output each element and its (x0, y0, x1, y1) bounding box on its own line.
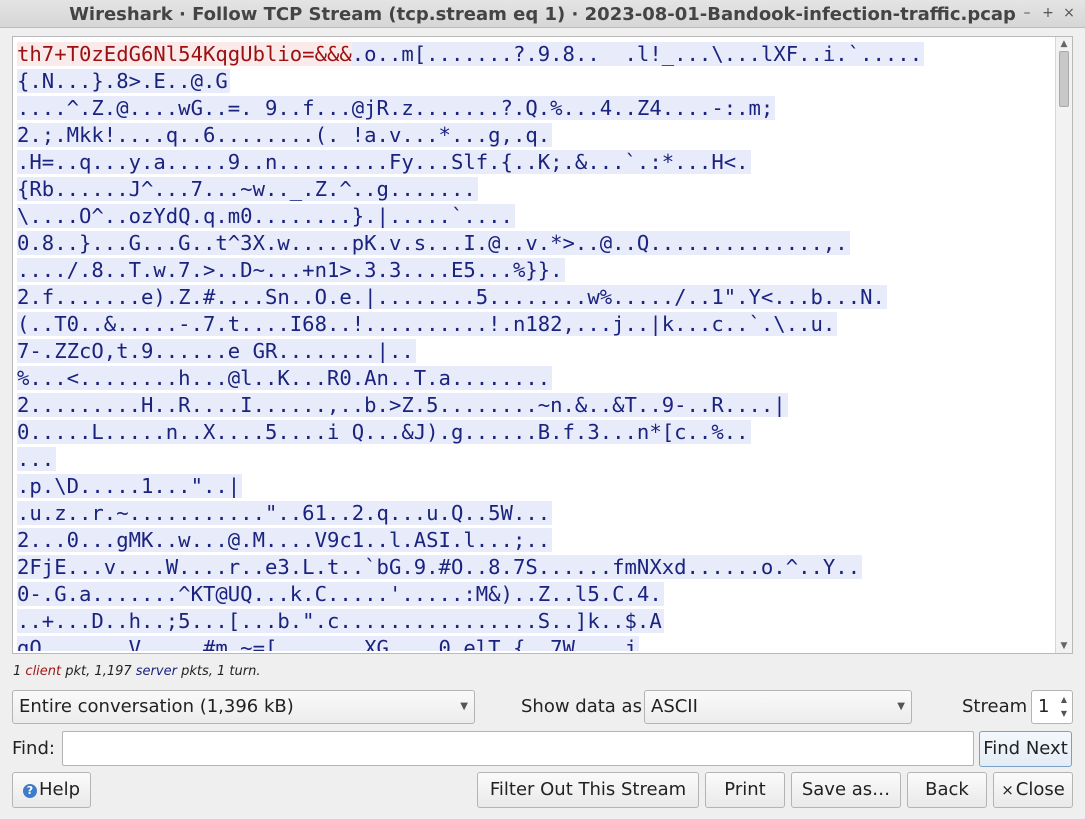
vertical-scrollbar[interactable]: ▲ ▼ (1055, 37, 1072, 653)
server-data: 0.....L.....n..X....5....i Q...&J).g....… (17, 420, 751, 444)
help-label: Help (38, 779, 81, 800)
stream-line: ..../.8..T.w.7.>..D~...+n1>.3.3....E5...… (17, 257, 1055, 284)
spin-up-icon[interactable]: ▲ (1058, 693, 1070, 707)
stream-line: 0.....L.....n..X....5....i Q...&J).g....… (17, 419, 1055, 446)
print-label: Print (724, 779, 766, 800)
back-label: Back (925, 779, 969, 800)
stream-line: .p.\D.....1..."..| (17, 473, 1055, 500)
stream-number: 1 (1038, 696, 1050, 717)
stream-line: 7-.ZZcO,t.9......e GR........|.. (17, 338, 1055, 365)
window-title: Wireshark · Follow TCP Stream (tcp.strea… (69, 4, 1016, 25)
close-button[interactable]: × Close (993, 772, 1073, 808)
stream-line: ....^.Z.@....wG..=. 9..f...@jR.z.......?… (17, 95, 1055, 122)
chevron-down-icon: ▼ (897, 701, 905, 712)
server-data: ... (17, 447, 57, 471)
filter-out-stream-button[interactable]: Filter Out This Stream (477, 772, 699, 808)
show-data-select[interactable]: ASCII ▼ (644, 690, 912, 724)
server-data: gO.......V.....#m.~=[.......XG....0.elT.… (17, 636, 639, 651)
scroll-down-icon[interactable]: ▼ (1059, 641, 1069, 651)
server-data: {.N...}.8>.E..@.G (17, 69, 230, 93)
find-next-button[interactable]: Find Next (979, 731, 1072, 767)
stream-line: (..T0..&.....-.7.t....I68..!..........!.… (17, 311, 1055, 338)
minimize-button[interactable]: – (1018, 3, 1036, 23)
stream-line: 2FjE...v....W....r..e3.L.t..`bG.9.#O..8.… (17, 554, 1055, 581)
server-data: 2FjE...v....W....r..e3.L.t..`bG.9.#O..8.… (17, 555, 863, 579)
server-data: 2.;.Mkk!....q..6........(. !a.v...*...g,… (17, 123, 553, 147)
stream-line: 0.8..}...G...G..t^3X.w.....pK.v.s...I.@.… (17, 230, 1055, 257)
summary-tail: pkts, 1 turn. (181, 664, 261, 679)
find-label: Find: (12, 738, 55, 759)
show-data-label: Show data as (521, 696, 642, 717)
server-data: .H=..q...y.a.....9..n.........Fy...Slf.{… (17, 150, 751, 174)
conversation-select[interactable]: Entire conversation (1,396 kB) ▼ (12, 690, 475, 724)
stream-line: 2.f.......e).Z.#....Sn..O.e.|........5..… (17, 284, 1055, 311)
stream-line: 2.;.Mkk!....q..6........(. !a.v...*...g,… (17, 122, 1055, 149)
stream-line: %...<........h...@l..K...R0.An..T.a.....… (17, 365, 1055, 392)
stream-line: th7+T0zEdG6Nl54KqgUblio=&&&.o..m[.......… (17, 41, 1055, 68)
close-label: Close (1015, 779, 1065, 800)
server-data: ....^.Z.@....wG..=. 9..f...@jR.z.......?… (17, 96, 776, 120)
server-data: \....O^..ozYdQ.q.m0........}.|.....`.... (17, 204, 515, 228)
stream-line: {Rb......J^...7...~w.._.Z.^..g....... (17, 176, 1055, 203)
save-as-label: Save as… (801, 779, 891, 800)
server-data: 0.8..}...G...G..t^3X.w.....pK.v.s...I.@.… (17, 231, 850, 255)
stream-line: ... (17, 446, 1055, 473)
stream-line: ..+...D..h..;5...[...b.".c..............… (17, 608, 1055, 635)
server-data: %...<........h...@l..K...R0.An..T.a.....… (17, 366, 553, 390)
server-data: {Rb......J^...7...~w.._.Z.^..g....... (17, 177, 478, 201)
stream-line: \....O^..ozYdQ.q.m0........}.|.....`.... (17, 203, 1055, 230)
conversation-select-value: Entire conversation (1,396 kB) (19, 696, 294, 717)
server-data: 7-.ZZcO,t.9......e GR........|.. (17, 339, 416, 363)
help-icon: ? (22, 784, 37, 798)
filter-out-label: Filter Out This Stream (489, 779, 687, 800)
stream-line: .H=..q...y.a.....9..n.........Fy...Slf.{… (17, 149, 1055, 176)
title-bar: Wireshark · Follow TCP Stream (tcp.strea… (0, 0, 1085, 28)
server-data: ..+...D..h..;5...[...b.".c..............… (17, 609, 664, 633)
client-count: 1 (13, 664, 22, 679)
client-word: client (25, 664, 62, 679)
find-next-label: Find Next (983, 738, 1068, 759)
scroll-thumb[interactable] (1059, 51, 1069, 107)
close-window-button[interactable]: × (1060, 3, 1078, 23)
stream-label: Stream (962, 696, 1028, 717)
stream-line: {.N...}.8>.E..@.G (17, 68, 1055, 95)
find-input[interactable] (62, 731, 974, 766)
help-button[interactable]: ? Help (12, 772, 91, 808)
save-as-button[interactable]: Save as… (791, 772, 901, 808)
back-button[interactable]: Back (907, 772, 987, 808)
server-data: (..T0..&.....-.7.t....I68..!..........!.… (17, 312, 838, 336)
stream-summary: 1 client pkt, 1,197 server pkts, 1 turn. (13, 664, 260, 679)
server-data: 2.f.......e).Z.#....Sn..O.e.|........5..… (17, 285, 887, 309)
stream-lines: th7+T0zEdG6Nl54KqgUblio=&&&.o..m[.......… (17, 41, 1055, 651)
summary-middle: pkt, 1,197 (65, 664, 132, 679)
stream-spinbox[interactable]: 1 ▲ ▼ (1031, 690, 1073, 724)
spin-down-icon[interactable]: ▼ (1058, 707, 1070, 721)
close-icon: × (1001, 781, 1014, 799)
server-data: 2...0...gMK..w...@.M....V9c1..l.ASI.l...… (17, 528, 553, 552)
stream-line: 2...0...gMK..w...@.M....V9c1..l.ASI.l...… (17, 527, 1055, 554)
stream-line: 2.........H..R....I......,..b.>Z.5......… (17, 392, 1055, 419)
show-data-value: ASCII (651, 696, 698, 717)
server-word: server (135, 664, 177, 679)
scroll-up-icon[interactable]: ▲ (1059, 39, 1069, 49)
print-button[interactable]: Print (705, 772, 785, 808)
maximize-button[interactable]: + (1039, 3, 1057, 23)
server-data: ..../.8..T.w.7.>..D~...+n1>.3.3....E5...… (17, 258, 565, 282)
server-data: .p.\D.....1..."..| (17, 474, 243, 498)
server-data: .u.z..r.~..........."..61..2.q...u.Q..5W… (17, 501, 553, 525)
server-data: 2.........H..R....I......,..b.>Z.5......… (17, 393, 788, 417)
stream-line: .u.z..r.~..........."..61..2.q...u.Q..5W… (17, 500, 1055, 527)
stream-line: 0-.G.a.......^KT@UQ...k.C.....'.....:M&)… (17, 581, 1055, 608)
server-data: 0-.G.a.......^KT@UQ...k.C.....'.....:M&)… (17, 582, 664, 606)
stream-text-area[interactable]: th7+T0zEdG6Nl54KqgUblio=&&&.o..m[.......… (12, 36, 1073, 654)
chevron-down-icon: ▼ (460, 701, 468, 712)
server-data: .o..m[.......?.9.8.. .l!_...\...lXF..i.`… (351, 42, 925, 66)
client-data: th7+T0zEdG6Nl54KqgUblio=&&& (17, 42, 352, 66)
stream-line: gO.......V.....#m.~=[.......XG....0.elT.… (17, 635, 1055, 651)
